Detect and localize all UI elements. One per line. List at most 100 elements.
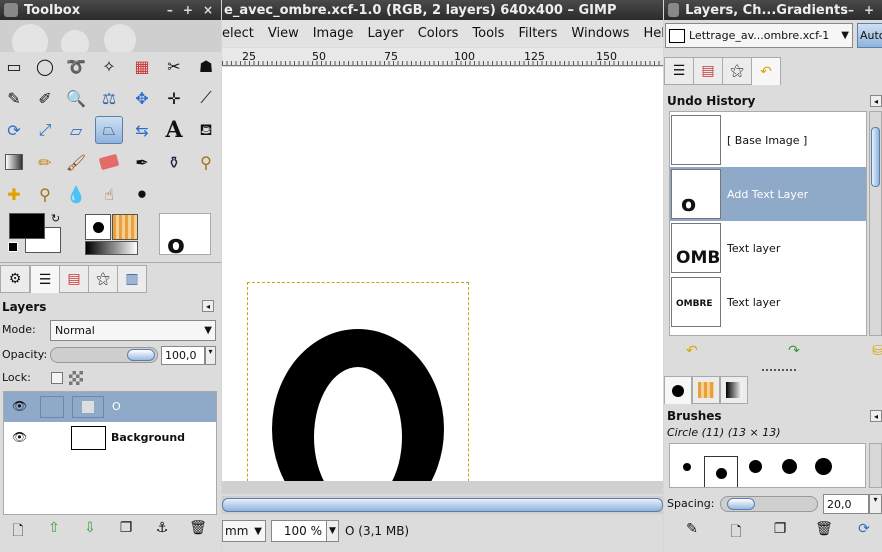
maximize-icon[interactable]: + xyxy=(864,3,874,17)
gradient-indicator[interactable] xyxy=(85,241,138,255)
brush-scrollbar[interactable] xyxy=(869,443,882,488)
default-colors-icon[interactable] xyxy=(8,242,18,252)
toolbox-titlebar[interactable]: Toolbox – + × xyxy=(0,0,221,20)
align-tool[interactable]: ✛ xyxy=(160,84,188,112)
measure-tool[interactable]: ⚖ xyxy=(95,84,123,112)
menu-filters[interactable]: Filters xyxy=(518,26,557,41)
rotate-tool[interactable]: ⟳ xyxy=(0,116,28,144)
scrollbar-thumb[interactable] xyxy=(871,127,880,187)
dock-titlebar[interactable]: Layers, Ch...Gradients – + xyxy=(664,0,882,20)
delete-layer-icon[interactable]: 🗑 xyxy=(180,520,216,544)
minimize-icon[interactable]: – xyxy=(167,3,173,17)
image-titlebar[interactable]: e_avec_ombre.xcf-1.0 (RGB, 2 layers) 640… xyxy=(222,0,663,20)
menu-colors[interactable]: Colors xyxy=(418,26,459,41)
tab-channels[interactable]: ▤ xyxy=(59,265,89,293)
raise-layer-icon[interactable]: ⇧ xyxy=(36,520,72,544)
brush-cell-selected[interactable] xyxy=(704,456,738,487)
tab-patterns[interactable] xyxy=(692,376,720,404)
ellipse-select-tool[interactable]: ◯ xyxy=(31,52,59,80)
new-layer-icon[interactable]: 🗋 xyxy=(0,520,36,544)
chain-toggle[interactable] xyxy=(40,396,64,418)
brush-indicator[interactable] xyxy=(85,214,111,240)
free-select-tool[interactable]: ➰ xyxy=(62,52,90,80)
menu-help[interactable]: Help xyxy=(643,26,663,41)
perspective-clone-tool[interactable]: ⚲ xyxy=(31,180,59,208)
scissors-tool[interactable]: ✂ xyxy=(160,52,188,80)
opacity-slider[interactable] xyxy=(50,347,158,363)
undo-item[interactable]: [ Base Image ] xyxy=(670,113,866,167)
perspective-tool[interactable]: ⏢ xyxy=(95,116,123,144)
brush-cell[interactable] xyxy=(772,444,806,487)
text-tool[interactable]: A xyxy=(160,116,188,144)
eye-icon[interactable]: 👁 xyxy=(12,430,27,444)
opacity-slider-handle[interactable] xyxy=(127,349,155,361)
fuzzy-select-tool[interactable]: ✧ xyxy=(95,52,123,80)
magnify-tool[interactable]: 🔍 xyxy=(62,84,90,112)
smudge-tool[interactable]: ☝ xyxy=(95,180,123,208)
maximize-icon[interactable]: + xyxy=(183,3,193,17)
lower-layer-icon[interactable]: ⇩ xyxy=(72,520,108,544)
ink-tool[interactable]: ⚱ xyxy=(160,148,188,176)
opacity-spin[interactable]: ▾ xyxy=(205,346,216,365)
scale-tool[interactable]: ⤢ xyxy=(31,116,59,144)
eye-icon[interactable]: 👁 xyxy=(12,399,27,413)
scrollbar-thumb[interactable] xyxy=(222,498,663,512)
undo-item[interactable]: OMBRE Text layer xyxy=(670,275,866,329)
clone-tool[interactable]: ⚲ xyxy=(192,148,220,176)
menu-select[interactable]: elect xyxy=(222,26,254,41)
canvas-area[interactable] xyxy=(222,67,663,494)
flip-tool[interactable]: ⇆ xyxy=(128,116,156,144)
tab-channels[interactable]: ▤ xyxy=(693,57,723,85)
delete-brush-icon[interactable]: 🗑 xyxy=(802,521,846,545)
minimize-icon[interactable]: – xyxy=(848,3,854,17)
pane-separator[interactable] xyxy=(762,369,796,372)
horizontal-ruler[interactable]: 25 50 75 100 125 150 xyxy=(222,48,663,66)
image-preview[interactable]: o xyxy=(159,213,211,255)
refresh-brushes-icon[interactable]: ⟳ xyxy=(846,521,882,545)
layer-row[interactable]: 👁 Background xyxy=(4,423,216,453)
menu-image[interactable]: Image xyxy=(313,26,354,41)
heal-tool[interactable]: ✚ xyxy=(0,180,28,208)
tab-paths[interactable]: ⚝ xyxy=(722,57,752,85)
menu-windows[interactable]: Windows xyxy=(571,26,629,41)
tab-layers[interactable]: ☰ xyxy=(30,265,60,293)
spacing-slider-handle[interactable] xyxy=(727,498,755,510)
duplicate-brush-icon[interactable]: ❐ xyxy=(758,521,802,545)
pattern-indicator[interactable] xyxy=(112,214,138,240)
opacity-input[interactable]: 100,0 xyxy=(161,346,205,365)
horizontal-scrollbar[interactable] xyxy=(222,496,663,514)
redo-icon[interactable]: ↷ xyxy=(758,343,830,359)
menu-view[interactable]: View xyxy=(268,26,299,41)
blur-tool[interactable]: 💧 xyxy=(62,180,90,208)
duplicate-layer-icon[interactable]: ❐ xyxy=(108,520,144,544)
menu-layer[interactable]: Layer xyxy=(367,26,403,41)
clear-undo-icon[interactable]: ⛁ xyxy=(830,343,882,359)
undo-scrollbar[interactable] xyxy=(869,111,882,336)
lock-pixels-checkbox[interactable] xyxy=(51,372,63,384)
panel-menu-icon[interactable]: ◂ xyxy=(202,300,214,312)
brush-cell[interactable] xyxy=(806,444,840,487)
undo-item[interactable]: OMB Text layer xyxy=(670,221,866,275)
image-selector[interactable]: Lettrage_av...ombre.xcf-1 ▼ xyxy=(665,23,853,48)
select-by-color-tool[interactable]: ▦ xyxy=(128,52,156,80)
undo-icon[interactable]: ↶ xyxy=(686,343,758,359)
eraser-tool[interactable] xyxy=(95,148,123,176)
lock-alpha-icon[interactable] xyxy=(69,371,83,385)
color-picker-tool[interactable]: ✐ xyxy=(31,84,59,112)
menu-tools[interactable]: Tools xyxy=(472,26,504,41)
brush-cell[interactable] xyxy=(670,444,704,487)
paths-tool[interactable]: ✎ xyxy=(0,84,28,112)
edit-brush-icon[interactable]: ✎ xyxy=(670,521,714,545)
paintbrush-tool[interactable]: 🖌 xyxy=(62,148,90,176)
auto-button[interactable]: Auto xyxy=(857,23,882,48)
spacing-spin[interactable]: ▾ xyxy=(869,494,882,514)
tab-undo[interactable]: ▥ xyxy=(117,265,147,293)
anchor-layer-icon[interactable]: ⚓ xyxy=(144,520,180,544)
pencil-tool[interactable]: ✏ xyxy=(31,148,59,176)
crop-tool[interactable]: ⟋ xyxy=(192,84,220,112)
swap-colors-icon[interactable]: ↻ xyxy=(51,212,60,225)
zoom-select[interactable]: 100 % ▼ xyxy=(271,520,339,542)
rect-select-tool[interactable]: ▭ xyxy=(0,52,28,80)
move-tool[interactable]: ✥ xyxy=(128,84,156,112)
tab-undo[interactable]: ↶ xyxy=(751,57,781,85)
